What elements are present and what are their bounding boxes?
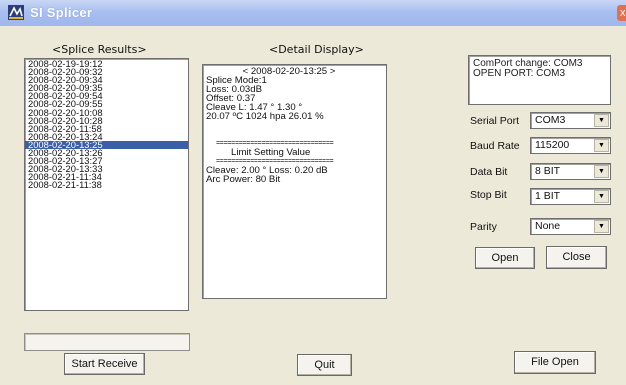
app-logo-icon <box>8 5 24 20</box>
detail-limit-title: Limit Setting Value <box>231 147 311 158</box>
quit-button[interactable]: Quit <box>297 354 352 376</box>
chevron-down-icon[interactable]: ▼ <box>594 165 609 178</box>
chevron-down-icon[interactable]: ▼ <box>594 190 609 203</box>
close-icon: x <box>620 7 626 19</box>
stop-bit-value: 1 BIT <box>535 190 561 202</box>
splicer-window: SI Splicer x <Splice Results> 2008-02-19… <box>0 0 626 385</box>
close-window-button[interactable]: x <box>617 5 626 21</box>
start-receive-button[interactable]: Start Receive <box>64 353 145 375</box>
window-title: SI Splicer <box>30 5 93 20</box>
parity-value: None <box>535 220 561 232</box>
parity-label: Parity <box>470 221 497 233</box>
data-bit-label: Data Bit <box>470 166 508 178</box>
close-port-button[interactable]: Close <box>546 246 607 269</box>
splice-results-heading: <Splice Results> <box>52 43 147 56</box>
chevron-down-icon[interactable]: ▼ <box>594 114 609 127</box>
splice-results-list[interactable]: 2008-02-19-19:12 2008-02-20-09:32 2008-02-… <box>24 58 189 311</box>
chevron-down-icon[interactable]: ▼ <box>594 139 609 152</box>
serial-port-label: Serial Port <box>470 115 520 127</box>
detail-display-heading: <Detail Display> <box>269 43 364 56</box>
stop-bit-select[interactable]: 1 BIT ▼ <box>530 188 611 205</box>
detail-environment: 20.07 ºC 1024 hpa 26.01 % <box>206 111 324 122</box>
open-port-button[interactable]: Open <box>475 247 535 269</box>
port-status-box: ComPort change: COM3 OPEN PORT: COM3 <box>468 55 611 105</box>
stop-bit-label: Stop Bit <box>470 189 507 201</box>
title-bar[interactable]: SI Splicer x <box>0 0 626 26</box>
serial-port-value: COM3 <box>535 114 566 126</box>
serial-port-select[interactable]: COM3 ▼ <box>530 112 611 129</box>
file-open-button[interactable]: File Open <box>514 351 596 374</box>
data-bit-value: 8 BIT <box>535 165 561 177</box>
detail-arc-power: Arc Power: 80 Bit <box>206 174 281 185</box>
baud-rate-select[interactable]: 115200 ▼ <box>530 137 611 154</box>
status-line-2: OPEN PORT: COM3 <box>473 67 566 79</box>
parity-select[interactable]: None ▼ <box>530 218 611 235</box>
chevron-down-icon[interactable]: ▼ <box>594 220 609 233</box>
list-item[interactable]: 2008-02-21-11:38 <box>25 180 188 190</box>
receive-progress-bar <box>24 333 190 351</box>
baud-rate-label: Baud Rate <box>470 140 520 152</box>
data-bit-select[interactable]: 8 BIT ▼ <box>530 163 611 180</box>
detail-display-panel: < 2008-02-20-13:25 > Splice Mode:1 Loss:… <box>202 64 387 299</box>
baud-rate-value: 115200 <box>535 139 570 151</box>
